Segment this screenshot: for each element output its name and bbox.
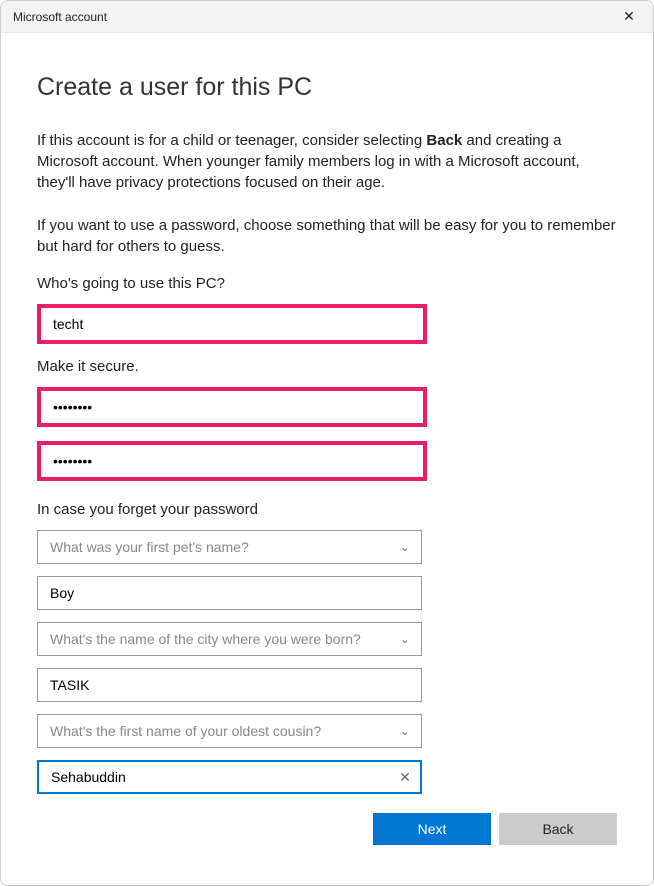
confirm-password-field-wrap [37,441,427,481]
security-answer-3-input[interactable] [39,762,390,792]
username-label: Who's going to use this PC? [37,275,617,292]
password-input[interactable] [41,391,423,423]
back-button[interactable]: Back [499,813,617,845]
chevron-down-icon: ⌄ [397,725,413,738]
content-area: Create a user for this PC If this accoun… [1,33,653,885]
footer-buttons: Next Back [37,813,617,865]
titlebar: Microsoft account ✕ [1,1,653,33]
chevron-down-icon: ⌄ [397,541,413,554]
security-question-1-select[interactable]: What was your first pet's name? ⌄ [37,530,422,564]
clear-icon[interactable]: ✕ [390,769,420,786]
security-question-1-text: What was your first pet's name? [50,539,397,555]
password-field-wrap [37,387,427,427]
para1-pre: If this account is for a child or teenag… [37,132,426,149]
security-question-2-select[interactable]: What's the name of the city where you we… [37,622,422,656]
intro-paragraph-2: If you want to use a password, choose so… [37,215,617,257]
security-answer-1-wrap [37,576,422,610]
dialog-window: Microsoft account ✕ Create a user for th… [0,0,654,886]
security-question-3-text: What's the first name of your oldest cou… [50,723,397,739]
close-icon[interactable]: ✕ [617,8,641,25]
chevron-down-icon: ⌄ [397,633,413,646]
security-question-3-select[interactable]: What's the first name of your oldest cou… [37,714,422,748]
security-answer-3-wrap: ✕ [37,760,422,794]
username-input[interactable] [41,308,423,340]
security-answer-2-input[interactable] [38,669,421,701]
security-answer-1-input[interactable] [38,577,421,609]
window-title: Microsoft account [13,10,107,24]
security-questions-label: In case you forget your password [37,501,617,518]
security-answer-2-wrap [37,668,422,702]
security-question-2-text: What's the name of the city where you we… [50,631,397,647]
para1-bold: Back [426,132,462,149]
page-title: Create a user for this PC [37,73,617,102]
confirm-password-input[interactable] [41,445,423,477]
next-button[interactable]: Next [373,813,491,845]
intro-paragraph-1: If this account is for a child or teenag… [37,130,617,193]
password-label: Make it secure. [37,358,617,375]
username-field-wrap [37,304,427,344]
